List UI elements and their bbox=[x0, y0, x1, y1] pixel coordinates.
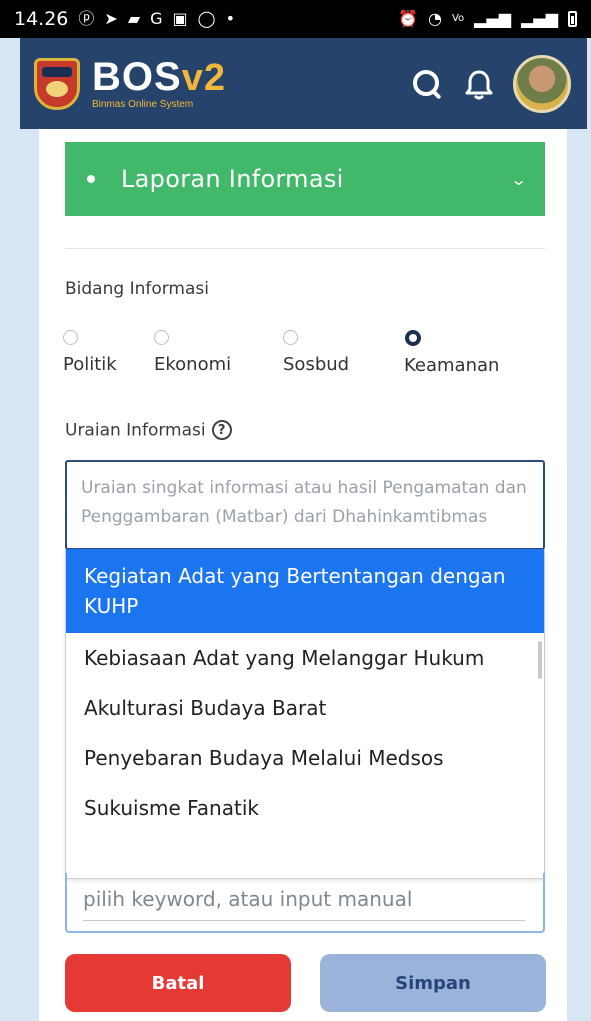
input-underline bbox=[83, 920, 525, 921]
status-time: 14.26 bbox=[14, 8, 69, 30]
uraian-textarea[interactable]: Uraian singkat informasi atau hasil Peng… bbox=[65, 460, 545, 550]
brand-name: BOSv2 bbox=[92, 54, 226, 99]
battery-icon bbox=[568, 11, 577, 27]
chevron-down-icon: ⌄ bbox=[509, 169, 528, 189]
dropdown-option[interactable]: Akulturasi Budaya Barat bbox=[66, 683, 544, 733]
avatar[interactable] bbox=[513, 54, 571, 113]
header-actions bbox=[409, 54, 571, 113]
brand-version: v2 bbox=[181, 56, 226, 99]
status-left: 14.26 ⓟ ➤ ▰ G ▣ ◯ • bbox=[14, 8, 235, 30]
police-emblem-logo bbox=[34, 57, 80, 110]
signal-icon: ▂▄▆ bbox=[474, 9, 512, 28]
uraian-label: Uraian Informasi bbox=[65, 420, 206, 441]
radio-sosbud[interactable]: Sosbud bbox=[283, 330, 349, 375]
keyword-input[interactable]: pilih keyword, atau input manual bbox=[65, 873, 545, 933]
dropdown-option[interactable]: Kebiasaan Adat yang Melanggar Hukum bbox=[66, 633, 544, 683]
app-header: BOSv2 Binmas Online System bbox=[20, 38, 587, 129]
signal-icon: ▂▄▆ bbox=[521, 9, 558, 28]
send-icon: ➤ bbox=[104, 9, 118, 28]
help-icon[interactable]: ? bbox=[211, 420, 232, 440]
radio-label: Keamanan bbox=[404, 355, 500, 376]
notification-icon: ⓟ bbox=[78, 9, 95, 28]
bell-icon[interactable] bbox=[461, 66, 497, 102]
scrollbar[interactable] bbox=[538, 641, 542, 679]
google-icon: G bbox=[150, 9, 163, 28]
circle-icon: ◯ bbox=[197, 9, 216, 28]
radio-circle[interactable] bbox=[154, 330, 169, 345]
bidang-radio-group: Politik Ekonomi Sosbud Keamanan bbox=[63, 330, 543, 390]
bullet-icon bbox=[87, 175, 95, 183]
divider bbox=[65, 248, 545, 249]
status-right: ⏰ ◔ Vo ▂▄▆ ▂▄▆ bbox=[398, 11, 577, 27]
volte-icon: Vo bbox=[451, 13, 465, 24]
search-icon[interactable] bbox=[409, 66, 445, 102]
radio-circle-checked[interactable] bbox=[405, 330, 421, 346]
chat-icon: ▰ bbox=[127, 9, 141, 28]
radio-ekonomi[interactable]: Ekonomi bbox=[154, 330, 231, 375]
radio-circle[interactable] bbox=[283, 330, 298, 345]
wifi-icon: ◔ bbox=[428, 9, 442, 28]
uraian-placeholder: Uraian singkat informasi atau hasil Peng… bbox=[81, 478, 527, 527]
alarm-icon: ⏰ bbox=[398, 9, 418, 28]
radio-circle[interactable] bbox=[63, 330, 78, 345]
bidang-label: Bidang Informasi bbox=[65, 279, 209, 299]
dropdown-option[interactable]: Sukuisme Fanatik bbox=[66, 783, 544, 833]
save-button[interactable]: Simpan bbox=[320, 954, 546, 1012]
uraian-label-row: Uraian Informasi? bbox=[65, 420, 232, 441]
section-title: Laporan Informasi bbox=[121, 165, 344, 193]
dropdown-option-selected[interactable]: Kegiatan Adat yang Bertentangan dengan K… bbox=[66, 549, 544, 633]
cancel-button[interactable]: Batal bbox=[65, 954, 291, 1012]
radio-label: Sosbud bbox=[283, 354, 350, 375]
brand-tagline: Binmas Online System bbox=[92, 98, 194, 110]
radio-keamanan[interactable]: Keamanan bbox=[404, 330, 499, 376]
status-bar: 14.26 ⓟ ➤ ▰ G ▣ ◯ • ⏰ ◔ Vo ▂▄▆ ▂▄▆ bbox=[0, 0, 591, 38]
brand-main: BOS bbox=[92, 54, 182, 99]
radio-label: Politik bbox=[63, 354, 117, 375]
brand: BOSv2 Binmas Online System bbox=[92, 54, 226, 110]
radio-label: Ekonomi bbox=[154, 354, 232, 375]
keyword-dropdown-list[interactable]: Kegiatan Adat yang Bertentangan dengan K… bbox=[65, 549, 545, 879]
section-header-laporan[interactable]: Laporan Informasi ⌄ bbox=[65, 142, 545, 216]
keyword-placeholder: pilih keyword, atau input manual bbox=[83, 887, 413, 911]
dot-icon: • bbox=[225, 9, 236, 28]
dropdown-option[interactable]: Penyebaran Budaya Melalui Medsos bbox=[66, 733, 544, 783]
radio-politik[interactable]: Politik bbox=[63, 330, 117, 375]
photo-icon: ▣ bbox=[172, 9, 188, 28]
form-card: Laporan Informasi ⌄ Bidang Informasi Pol… bbox=[39, 129, 567, 1021]
